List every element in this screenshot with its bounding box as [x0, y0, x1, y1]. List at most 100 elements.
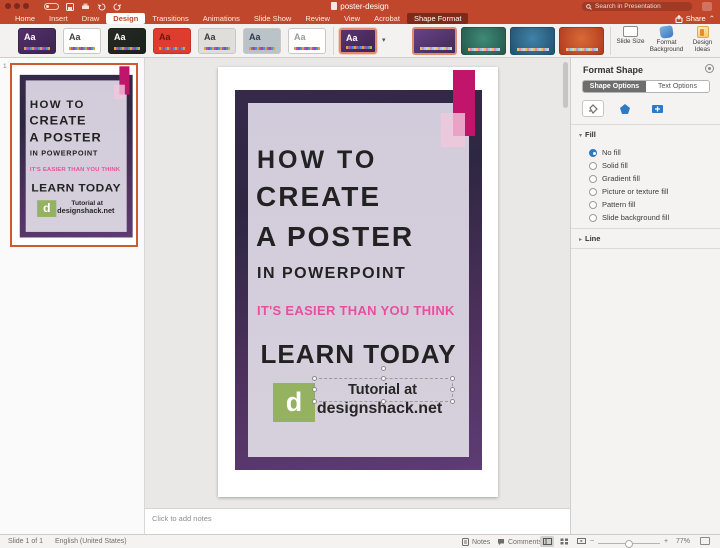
theme-thumbnail[interactable]: Aa	[288, 28, 326, 54]
slide[interactable]: HOW TO CREATE A POSTER IN POWERPOINT IT'…	[218, 67, 498, 497]
tab-shape-options[interactable]: Shape Options	[583, 81, 646, 92]
slide[interactable]: HOW TO CREATE A POSTER IN POWERPOINT IT'…	[12, 65, 138, 247]
variant-thumbnail[interactable]	[461, 27, 506, 55]
slide-show-button[interactable]	[574, 536, 588, 547]
slide-size-icon	[623, 26, 638, 37]
variant-thumbnail-selected[interactable]	[412, 27, 457, 55]
tab-design[interactable]: Design	[106, 13, 145, 24]
design-ideas-icon	[697, 26, 709, 38]
fill-option-no-fill[interactable]: No fill	[589, 148, 621, 157]
poster-title-line2[interactable]: CREATE	[29, 114, 86, 128]
selection-box[interactable]	[314, 378, 453, 402]
tab-text-options[interactable]: Text Options	[646, 81, 709, 92]
poster-tagline[interactable]: IT'S EASIER THAN YOU THINK	[257, 303, 455, 318]
current-theme-thumbnail[interactable]: Aa	[339, 28, 377, 54]
tab-acrobat[interactable]: Acrobat	[367, 13, 407, 24]
format-background-button[interactable]: Format Background	[649, 26, 684, 53]
language-indicator[interactable]: English (United States)	[55, 538, 127, 545]
zoom-slider-knob[interactable]	[625, 540, 633, 548]
poster-title-line2[interactable]: CREATE	[256, 181, 381, 213]
tab-view[interactable]: View	[337, 13, 367, 24]
thumbnail-content: HOW TO CREATE A POSTER IN POWERPOINT IT'…	[12, 65, 138, 247]
selection-handle[interactable]	[381, 376, 386, 381]
poster-tagline[interactable]: IT'S EASIER THAN YOU THINK	[30, 166, 120, 172]
theme-thumbnail[interactable]: Aa	[153, 28, 191, 54]
variant-thumbnail[interactable]	[559, 27, 604, 55]
slide-thumbnail-selected[interactable]: HOW TO CREATE A POSTER IN POWERPOINT IT'…	[10, 63, 138, 247]
theme-thumbnail[interactable]: Aa	[108, 28, 146, 54]
selection-handle[interactable]	[450, 399, 455, 404]
designshack-logo[interactable]: d	[273, 383, 315, 422]
tab-shape-format[interactable]: Shape Format	[407, 13, 469, 24]
fit-slide-icon	[700, 537, 710, 545]
slide-sorter-view-button[interactable]	[557, 536, 571, 547]
tab-draw[interactable]: Draw	[75, 13, 107, 24]
fill-option-slide-background[interactable]: Slide background fill	[589, 213, 669, 222]
fill-option-pattern[interactable]: Pattern fill	[589, 200, 635, 209]
notes-button[interactable]: Notes	[462, 538, 490, 546]
poster-title-line4[interactable]: IN POWERPOINT	[30, 150, 98, 158]
poster-cta[interactable]: LEARN TODAY	[248, 339, 469, 370]
comments-button[interactable]: Comments	[497, 538, 542, 546]
selection-handle[interactable]	[450, 387, 455, 392]
theme-colors-strip	[249, 47, 275, 50]
variant-thumbnail[interactable]	[510, 27, 555, 55]
share-button[interactable]: Share	[686, 14, 706, 23]
search-input[interactable]: Search in Presentation	[582, 2, 692, 11]
theme-thumbnail[interactable]: Aa	[243, 28, 281, 54]
account-icon[interactable]	[702, 2, 712, 11]
fit-slide-button[interactable]	[700, 537, 710, 545]
tab-home[interactable]: Home	[8, 13, 42, 24]
selection-handle[interactable]	[381, 399, 386, 404]
radio-icon	[589, 149, 597, 157]
theme-colors-strip	[204, 47, 230, 50]
status-bar: Slide 1 of 1 English (United States) Not…	[0, 534, 720, 548]
radio-icon	[589, 175, 597, 183]
poster-ribbon-light-shape[interactable]	[114, 85, 125, 100]
normal-view-button[interactable]	[540, 536, 554, 547]
canvas-scrollbar[interactable]	[563, 62, 568, 108]
size-properties-icon-button[interactable]	[646, 100, 668, 117]
poster-title-line4[interactable]: IN POWERPOINT	[257, 265, 406, 283]
poster-ribbon-light-shape[interactable]	[441, 113, 465, 147]
fill-section-header[interactable]: ▾Fill	[579, 130, 596, 139]
tab-slide-show[interactable]: Slide Show	[247, 13, 299, 24]
poster-cta[interactable]: LEARN TODAY	[26, 181, 127, 194]
poster-title-line1[interactable]: HOW TO	[30, 99, 85, 111]
theme-gallery-more-icon[interactable]: ▾	[382, 36, 386, 44]
poster-title-line1[interactable]: HOW TO	[257, 146, 377, 175]
poster-title-line3[interactable]: A POSTER	[256, 221, 414, 253]
rotate-handle[interactable]	[381, 366, 386, 371]
theme-thumbnail[interactable]: Aa	[63, 28, 101, 54]
tab-review[interactable]: Review	[298, 13, 337, 24]
selection-handle[interactable]	[450, 376, 455, 381]
theme-thumbnail[interactable]: Aa	[18, 28, 56, 54]
collapse-ribbon-icon[interactable]: ⌃	[709, 14, 715, 23]
zoom-slider[interactable]	[598, 543, 660, 544]
poster-title-line3[interactable]: A POSTER	[29, 131, 101, 145]
line-section-header[interactable]: ▸Line	[579, 234, 600, 243]
fill-option-picture-texture[interactable]: Picture or texture fill	[589, 187, 668, 196]
zoom-out-button[interactable]: −	[590, 538, 594, 545]
fill-line-icon-button[interactable]	[582, 100, 604, 117]
notes-pane[interactable]: Click to add notes	[145, 508, 570, 534]
designshack-logo[interactable]: d	[37, 200, 56, 217]
selection-handle[interactable]	[312, 376, 317, 381]
fill-option-gradient[interactable]: Gradient fill	[589, 174, 640, 183]
effects-icon-button[interactable]	[614, 100, 636, 117]
zoom-in-button[interactable]: +	[664, 538, 668, 545]
selection-handle[interactable]	[312, 399, 317, 404]
design-ideas-button[interactable]: Design Ideas	[685, 26, 720, 53]
tab-transitions[interactable]: Transitions	[145, 13, 195, 24]
ribbon-tab-bar: Home Insert Draw Design Transitions Anim…	[0, 13, 720, 24]
tab-insert[interactable]: Insert	[42, 13, 75, 24]
selection-handle[interactable]	[312, 387, 317, 392]
tab-animations[interactable]: Animations	[196, 13, 247, 24]
theme-thumbnail[interactable]: Aa	[198, 28, 236, 54]
credit-text-box[interactable]: Tutorial at designshack.net	[56, 199, 118, 215]
fill-option-solid[interactable]: Solid fill	[589, 161, 628, 170]
zoom-percent[interactable]: 77%	[676, 538, 690, 545]
paint-bucket-icon	[587, 103, 599, 115]
panel-settings-icon[interactable]	[705, 64, 714, 73]
slide-size-button[interactable]: Slide Size	[613, 26, 648, 45]
